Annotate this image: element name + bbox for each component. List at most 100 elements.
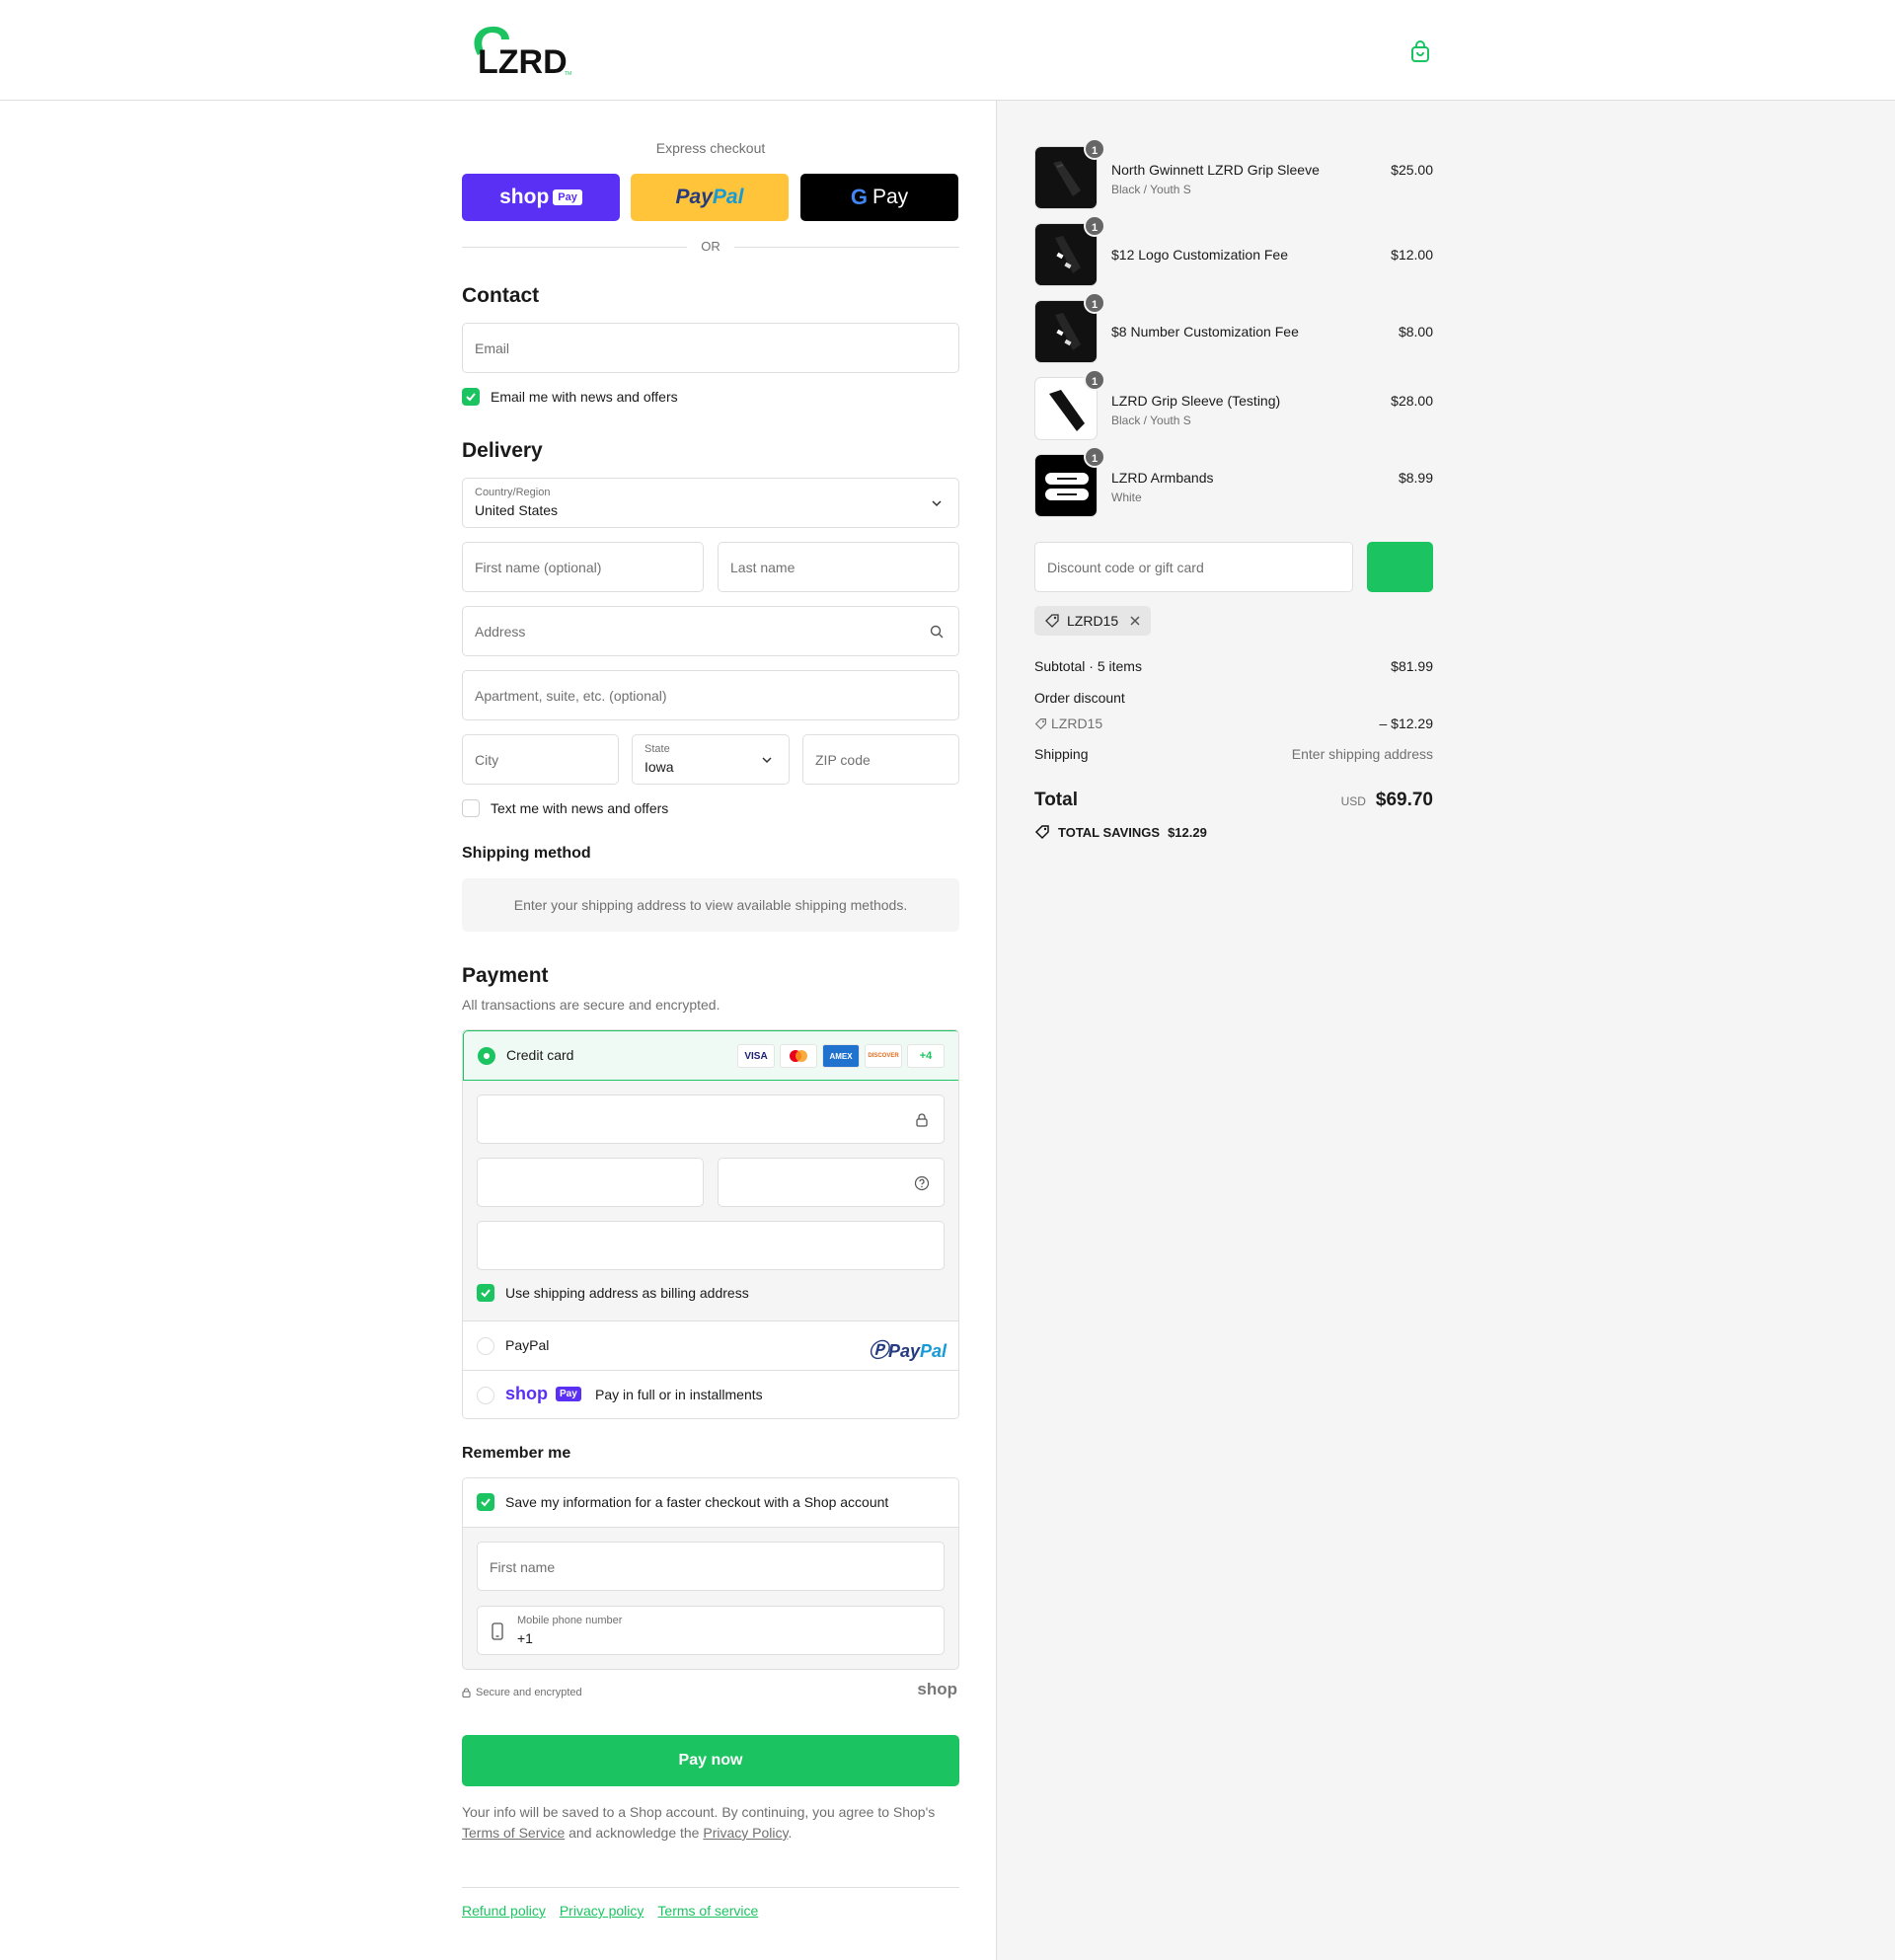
item-variant: Black / Youth S [1111, 183, 1191, 196]
terms-of-service-link[interactable]: Terms of Service [462, 1825, 565, 1841]
order-discount-label: Order discount [1034, 690, 1125, 706]
quantity-badge: 1 [1084, 446, 1105, 468]
logo-text: LZRD [478, 43, 568, 79]
item-price: $12.00 [1391, 247, 1433, 263]
checkmark-icon [466, 393, 476, 402]
first-name-field[interactable]: First name (optional) [462, 542, 704, 592]
shipping-method-title: Shipping method [462, 845, 591, 862]
help-icon[interactable] [914, 1175, 930, 1191]
paypal-option[interactable]: PayPal ⓅPayPal [463, 1321, 958, 1371]
pay-now-button[interactable]: Pay now [462, 1735, 959, 1786]
state-value: Iowa [644, 759, 674, 775]
subtotal-label: Subtotal · 5 items [1034, 658, 1142, 674]
terms-of-service-footer-link[interactable]: Terms of service [657, 1903, 758, 1919]
city-placeholder: City [475, 752, 499, 768]
paypal-express-button[interactable]: Pay Pal [631, 174, 789, 221]
phone-icon [492, 1622, 503, 1640]
privacy-policy-footer-link[interactable]: Privacy policy [560, 1903, 644, 1919]
tag-icon [1034, 717, 1046, 729]
shipping-method-notice: Enter your shipping address to view avai… [462, 878, 959, 932]
legal-middle: and acknowledge the [565, 1825, 704, 1841]
credit-card-radio[interactable] [478, 1047, 495, 1065]
checkmark-icon [481, 1498, 491, 1507]
cart-item: 1 LZRD Armbands White $8.99 [1034, 446, 1433, 517]
item-price: $8.99 [1398, 470, 1433, 486]
expiry-field[interactable] [477, 1158, 704, 1207]
apartment-placeholder: Apartment, suite, etc. (optional) [475, 688, 667, 704]
card-number-field[interactable] [477, 1094, 945, 1144]
shopping-bag-icon[interactable] [1409, 39, 1431, 63]
order-discount-row: Order discount [1034, 690, 1433, 706]
total-savings: TOTAL SAVINGS $12.29 [1034, 824, 1207, 840]
total-value: $69.70 [1375, 790, 1433, 810]
shop-first-name-field[interactable]: First name [477, 1542, 945, 1591]
secure-note: Secure and encrypted [462, 1687, 582, 1698]
applied-discount-chip: LZRD15 [1034, 606, 1152, 636]
shop-pay-radio[interactable] [477, 1387, 494, 1404]
apply-discount-button[interactable] [1367, 542, 1433, 592]
mastercard-icon [780, 1044, 817, 1068]
footer-links: Refund policy Privacy policy Terms of se… [462, 1887, 959, 1919]
name-on-card-field[interactable] [477, 1221, 945, 1270]
country-select[interactable]: Country/Region United States [462, 478, 959, 528]
save-info-option[interactable]: Save my information for a faster checkou… [463, 1478, 958, 1528]
shipping-value: Enter shipping address [1291, 746, 1433, 762]
save-info-checkbox[interactable] [477, 1493, 494, 1511]
privacy-policy-link[interactable]: Privacy Policy [703, 1825, 788, 1841]
payment-subtitle: All transactions are secure and encrypte… [462, 997, 720, 1013]
savings-value: $12.29 [1168, 824, 1207, 840]
item-name: North Gwinnett LZRD Grip Sleeve [1111, 162, 1320, 178]
country-label: Country/Region [475, 487, 551, 498]
text-news-checkbox[interactable] [462, 799, 480, 817]
address-field[interactable]: Address [462, 606, 959, 656]
apartment-field[interactable]: Apartment, suite, etc. (optional) [462, 670, 959, 720]
email-news-label: Email me with news and offers [491, 389, 678, 405]
billing-same-option[interactable]: Use shipping address as billing address [477, 1284, 749, 1302]
subtotal-row: Subtotal · 5 items $81.99 [1034, 658, 1433, 674]
item-name: LZRD Grip Sleeve (Testing) [1111, 393, 1281, 409]
total-row: Total USD $69.70 [1034, 790, 1433, 811]
zip-field[interactable]: ZIP code [802, 734, 959, 785]
google-pay-text: Pay [872, 186, 909, 208]
save-info-label: Save my information for a faster checkou… [505, 1494, 889, 1510]
close-icon[interactable] [1129, 615, 1141, 627]
email-news-checkbox[interactable] [462, 388, 480, 406]
trademark-text: TM [565, 71, 571, 77]
paypal-radio[interactable] [477, 1337, 494, 1355]
cart-item: 1 LZRD Grip Sleeve (Testing) Black / You… [1034, 369, 1433, 440]
email-news-option[interactable]: Email me with news and offers [462, 388, 678, 406]
shop-pay-button[interactable]: shop Pay [462, 174, 620, 221]
mobile-phone-field[interactable]: Mobile phone number +1 [477, 1606, 945, 1655]
quantity-badge: 1 [1084, 292, 1105, 314]
text-news-option[interactable]: Text me with news and offers [462, 799, 668, 817]
item-price: $8.00 [1398, 324, 1433, 339]
state-select[interactable]: State Iowa [632, 734, 790, 785]
chevron-down-icon [762, 757, 772, 764]
email-field[interactable]: Email [462, 323, 959, 373]
paypal-label: PayPal [505, 1337, 550, 1353]
refund-policy-link[interactable]: Refund policy [462, 1903, 546, 1919]
city-field[interactable]: City [462, 734, 619, 785]
lzrd-logo[interactable]: LZRD TM [466, 22, 574, 79]
credit-card-label: Credit card [506, 1047, 574, 1063]
address-placeholder: Address [475, 624, 526, 640]
security-code-field[interactable] [718, 1158, 945, 1207]
discount-placeholder: Discount code or gift card [1047, 560, 1204, 575]
discount-code-field[interactable]: Discount code or gift card [1034, 542, 1353, 592]
billing-same-checkbox[interactable] [477, 1284, 494, 1302]
item-price: $28.00 [1391, 393, 1433, 409]
paypal-pal-text: Pal [712, 186, 744, 208]
or-divider: OR [462, 239, 959, 255]
shop-pay-badge: Pay [553, 189, 582, 205]
google-pay-button[interactable]: G Pay [800, 174, 958, 221]
discount-value: – $12.29 [1379, 716, 1434, 731]
credit-card-option[interactable]: Credit card VISA AMEX DISCOVER +4 [463, 1030, 958, 1081]
item-price: $25.00 [1391, 162, 1433, 178]
item-variant: Black / Youth S [1111, 414, 1191, 427]
payment-title: Payment [462, 964, 549, 987]
shop-logo: shop [917, 1680, 957, 1698]
discount-code-row: LZRD15 – $12.29 [1034, 716, 1433, 733]
tag-icon [1045, 614, 1059, 628]
last-name-field[interactable]: Last name [718, 542, 959, 592]
shop-pay-option[interactable]: shop Pay Pay in full or in installments [463, 1371, 958, 1418]
